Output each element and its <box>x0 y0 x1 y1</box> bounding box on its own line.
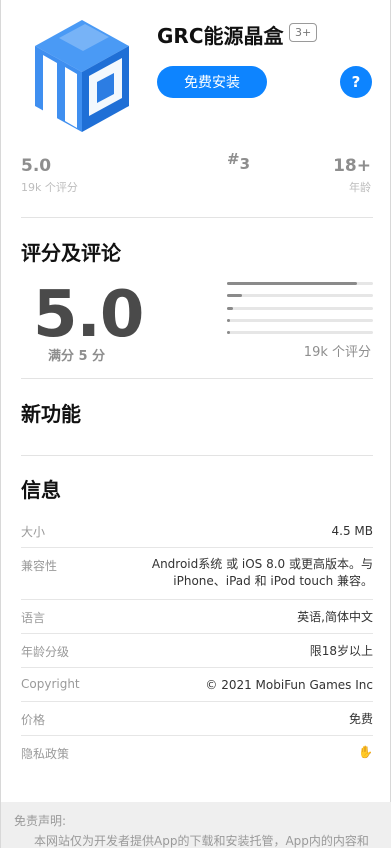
rank-symbol: # <box>227 150 240 168</box>
rating-bar-2-star <box>227 319 373 322</box>
info-row-size: 大小 4.5 MB <box>21 513 373 548</box>
disclaimer-title: 免责声明: <box>14 814 67 828</box>
page-frame: GRC能源晶盒 3+ 免费安装 ? 5.0 19k 个评分 #3 18+ 年龄 … <box>0 0 391 848</box>
ratings-heading: 评分及评论 <box>21 241 121 265</box>
rating-count-label: 19k 个评分 <box>21 181 78 194</box>
rating-bar-fill <box>227 307 233 310</box>
info-row-compatibility: 兼容性 Android系统 或 iOS 8.0 或更高版本。与 iPhone、i… <box>21 548 373 600</box>
whats-new-heading: 新功能 <box>21 402 81 426</box>
disclaimer: 免责声明: 本网站仅为开发者提供App的下载和安装托管，App内的内容和 <box>1 802 391 848</box>
info-heading: 信息 <box>21 478 61 502</box>
info-label: 语言 <box>21 611 46 625</box>
rating-bar-fill <box>227 319 230 322</box>
rating-bar-fill <box>227 282 357 285</box>
app-logo-icon <box>35 20 129 132</box>
info-row-language: 语言 英语,简体中文 <box>21 600 373 634</box>
info-row-price: 价格 免费 <box>21 702 373 736</box>
rating-bar-3-star <box>227 307 373 310</box>
rating-bar-fill <box>227 294 242 297</box>
info-value: 免费 <box>348 712 373 726</box>
ratings-count: 19k 个评分 <box>303 345 371 360</box>
hand-icon[interactable]: ✋ <box>358 744 373 761</box>
app-title: GRC能源晶盒 <box>157 24 284 48</box>
info-label: 隐私政策 <box>21 747 70 761</box>
divider <box>21 217 373 218</box>
info-label: Copyright <box>21 677 80 691</box>
info-value: 英语,简体中文 <box>297 610 373 624</box>
rating-caption: 满分 5 分 <box>48 349 106 364</box>
info-row-copyright: Copyright © 2021 MobiFun Games Inc <box>21 668 373 702</box>
disclaimer-text: 本网站仅为开发者提供App的下载和安装托管，App内的内容和 <box>34 834 369 848</box>
rating-value: 5.0 <box>21 156 52 176</box>
age-rating-badge: 3+ <box>289 23 318 42</box>
info-label: 大小 <box>21 525 46 539</box>
info-value: 4.5 MB <box>331 524 373 538</box>
rating-bar-4-star <box>227 294 373 297</box>
info-value: © 2021 MobiFun Games Inc <box>205 678 373 692</box>
info-row-age-rating: 年龄分级 限18岁以上 <box>21 634 373 668</box>
divider <box>21 378 373 379</box>
chart-rank: #3 <box>227 150 250 173</box>
divider <box>21 455 373 456</box>
info-label: 价格 <box>21 713 46 727</box>
info-row-privacy[interactable]: 隐私政策 ✋ <box>21 736 373 770</box>
help-button[interactable]: ? <box>340 66 372 98</box>
rating-bar-fill <box>227 331 230 334</box>
rating-score: 5.0 <box>33 278 144 352</box>
install-button[interactable]: 免费安装 <box>157 66 267 98</box>
age-label: 年龄 <box>349 181 371 194</box>
info-label: 兼容性 <box>21 559 58 573</box>
rating-bar-5-star <box>227 282 373 285</box>
age-value: 18+ <box>333 156 371 176</box>
rating-bar-1-star <box>227 331 373 334</box>
rank-value: 3 <box>239 155 251 173</box>
info-value: 限18岁以上 <box>309 644 373 658</box>
info-value: Android系统 或 iOS 8.0 或更高版本。与 iPhone、iPad … <box>151 557 373 588</box>
info-label: 年龄分级 <box>21 645 70 659</box>
